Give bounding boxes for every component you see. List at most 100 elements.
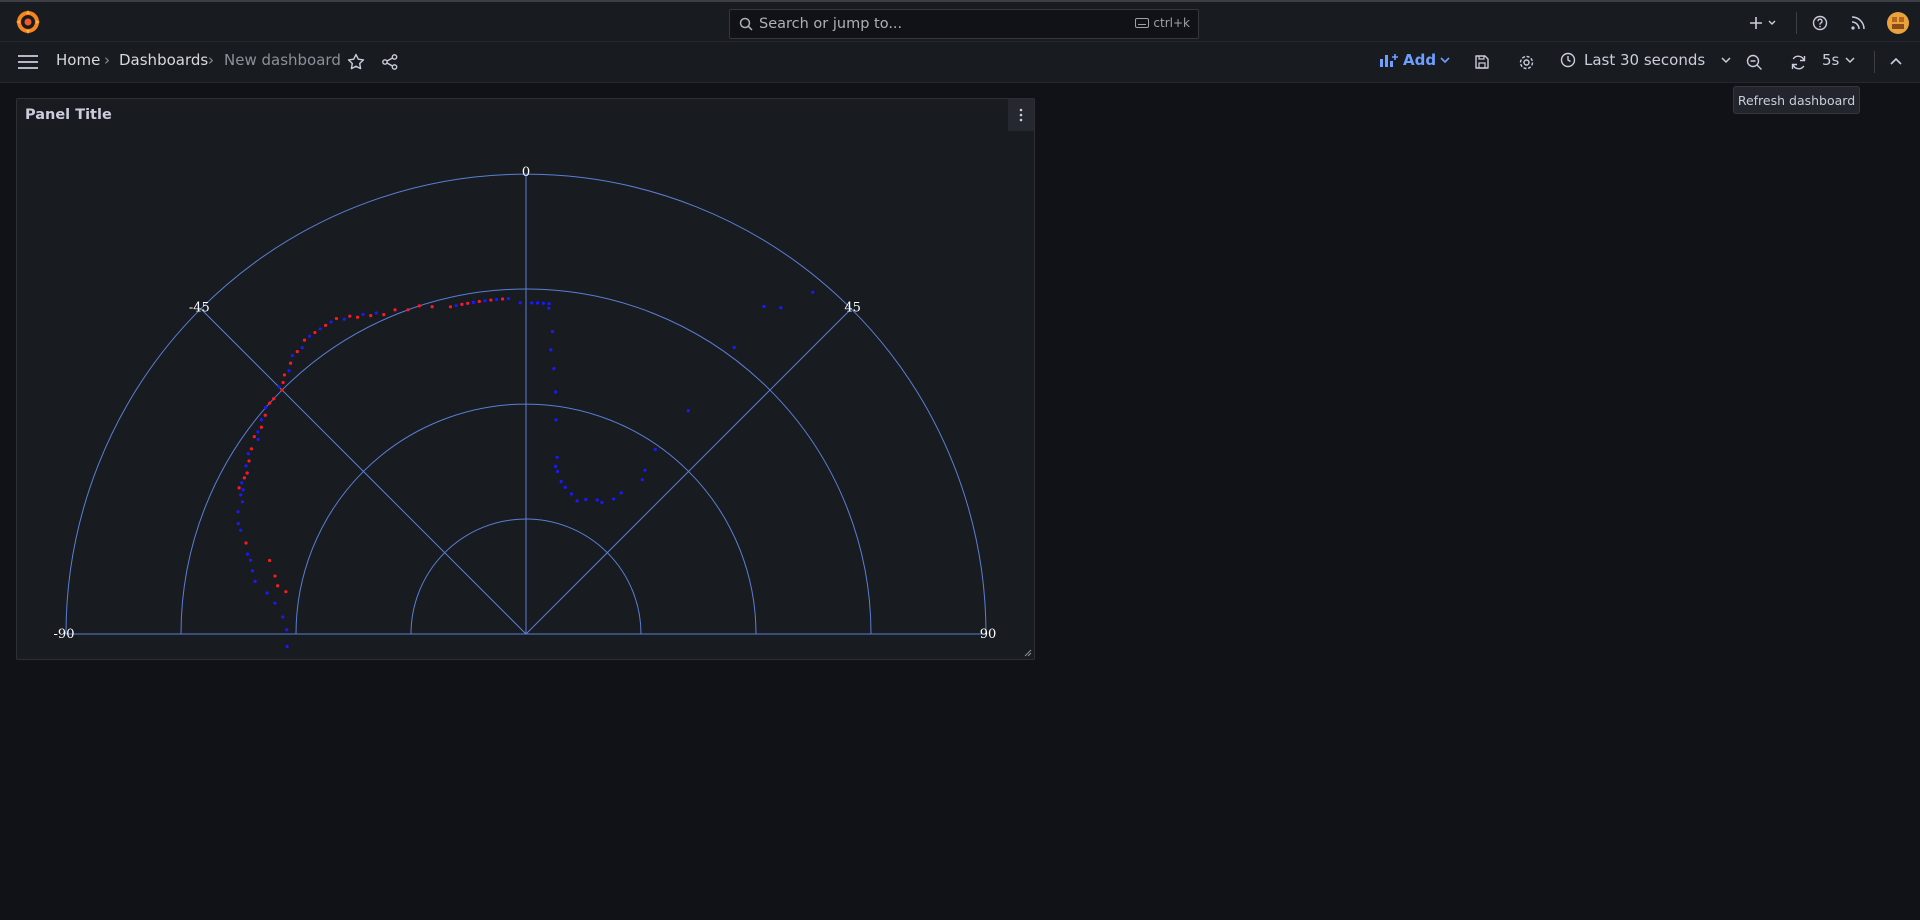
data-point <box>334 316 339 321</box>
chevron-down-icon <box>1721 57 1731 64</box>
data-point <box>448 305 453 309</box>
rss-news-icon[interactable] <box>1844 9 1872 37</box>
breadcrumb-separator: › <box>208 51 214 69</box>
data-point <box>253 579 257 583</box>
tick-label: 0 <box>522 165 530 180</box>
keyboard-icon <box>1135 18 1150 28</box>
refresh-interval-picker[interactable]: 5s <box>1822 51 1855 69</box>
data-point <box>762 304 766 309</box>
data-point <box>584 497 588 502</box>
data-point <box>500 297 505 301</box>
add-panel-icon <box>1380 54 1398 67</box>
data-point <box>600 500 604 505</box>
data-point <box>265 591 269 595</box>
top-bar: Search or jump to... ctrl+k <box>0 0 1920 42</box>
breadcrumb-current: New dashboard <box>224 51 341 69</box>
data-point <box>653 447 657 451</box>
data-point <box>348 314 352 318</box>
chevron-down-icon <box>1440 57 1450 64</box>
data-point <box>342 317 346 321</box>
data-point <box>249 447 254 451</box>
collapse-chevron-up-icon[interactable] <box>1882 48 1910 76</box>
data-point <box>361 312 365 316</box>
data-point <box>549 348 553 352</box>
star-icon[interactable] <box>342 48 370 76</box>
data-point <box>323 323 328 327</box>
data-point <box>430 305 434 309</box>
shortcut-text: ctrl+k <box>1153 16 1190 30</box>
data-point <box>495 297 499 302</box>
data-point <box>555 469 560 474</box>
data-point <box>382 313 386 317</box>
save-dashboard-icon[interactable] <box>1468 48 1496 76</box>
add-button-label: Add <box>1403 51 1437 69</box>
data-point <box>732 345 736 350</box>
data-point <box>245 471 249 475</box>
data-point <box>454 303 458 308</box>
add-button[interactable]: Add <box>1379 51 1450 69</box>
data-point <box>281 615 285 619</box>
data-point <box>250 569 255 573</box>
breadcrumb-home[interactable]: Home <box>56 51 100 69</box>
tick-label: 90 <box>980 627 997 642</box>
dashboard-settings-gear-icon[interactable] <box>1512 48 1540 76</box>
tick-label: 45 <box>844 300 861 315</box>
data-point <box>535 301 540 305</box>
keyboard-shortcut-hint: ctrl+k <box>1135 16 1190 30</box>
data-point <box>552 367 556 371</box>
search-placeholder: Search or jump to... <box>759 16 903 32</box>
data-point <box>267 558 272 563</box>
data-point <box>518 301 522 305</box>
data-point <box>355 315 360 319</box>
data-point <box>241 488 245 492</box>
data-point <box>563 485 567 489</box>
angular-tick-labels: -90 -45 0 45 90 <box>54 165 997 642</box>
help-icon[interactable] <box>1806 9 1834 37</box>
data-point <box>259 425 263 429</box>
data-point <box>285 628 289 632</box>
data-point <box>554 418 558 422</box>
data-point <box>318 327 322 331</box>
data-point <box>308 334 312 338</box>
data-point <box>273 601 277 605</box>
zoom-out-icon[interactable] <box>1740 48 1768 76</box>
breadcrumb-separator: › <box>104 51 110 69</box>
data-point <box>237 486 241 490</box>
menu-icon[interactable] <box>14 48 42 76</box>
data-point <box>256 430 260 434</box>
data-point <box>295 349 299 354</box>
new-menu-button[interactable] <box>1746 9 1782 37</box>
data-point <box>284 590 288 594</box>
spoke-1 <box>200 308 527 635</box>
refresh-tooltip: Refresh dashboard <box>1733 86 1860 114</box>
data-points <box>236 290 815 649</box>
data-point <box>247 459 251 463</box>
data-point <box>547 302 551 306</box>
refresh-icon[interactable] <box>1784 48 1812 76</box>
grafana-logo-icon[interactable] <box>14 8 42 36</box>
data-point <box>245 552 250 556</box>
data-point <box>300 346 304 350</box>
polar-grid <box>65 173 987 635</box>
resize-handle-icon[interactable] <box>1024 649 1032 657</box>
data-point <box>406 308 410 312</box>
data-point <box>252 435 256 439</box>
data-point <box>329 320 333 324</box>
data-point <box>280 388 284 392</box>
dashboard-panel[interactable]: Panel Title -90 -45 0 45 90 <box>16 98 1035 660</box>
breadcrumb-dashboards[interactable]: Dashboards <box>119 51 208 69</box>
search-input[interactable]: Search or jump to... ctrl+k <box>729 9 1199 39</box>
time-range-picker[interactable]: Last 30 seconds <box>1560 51 1731 69</box>
data-point <box>530 301 534 305</box>
data-point <box>643 468 647 472</box>
data-point <box>393 308 397 312</box>
data-point <box>779 306 783 310</box>
data-point <box>236 521 240 526</box>
avatar[interactable] <box>1884 9 1912 37</box>
share-icon[interactable] <box>376 48 404 76</box>
data-point <box>460 302 464 306</box>
data-point <box>244 541 248 545</box>
data-point <box>541 301 545 305</box>
data-point <box>640 478 644 482</box>
clock-icon <box>1560 52 1576 68</box>
